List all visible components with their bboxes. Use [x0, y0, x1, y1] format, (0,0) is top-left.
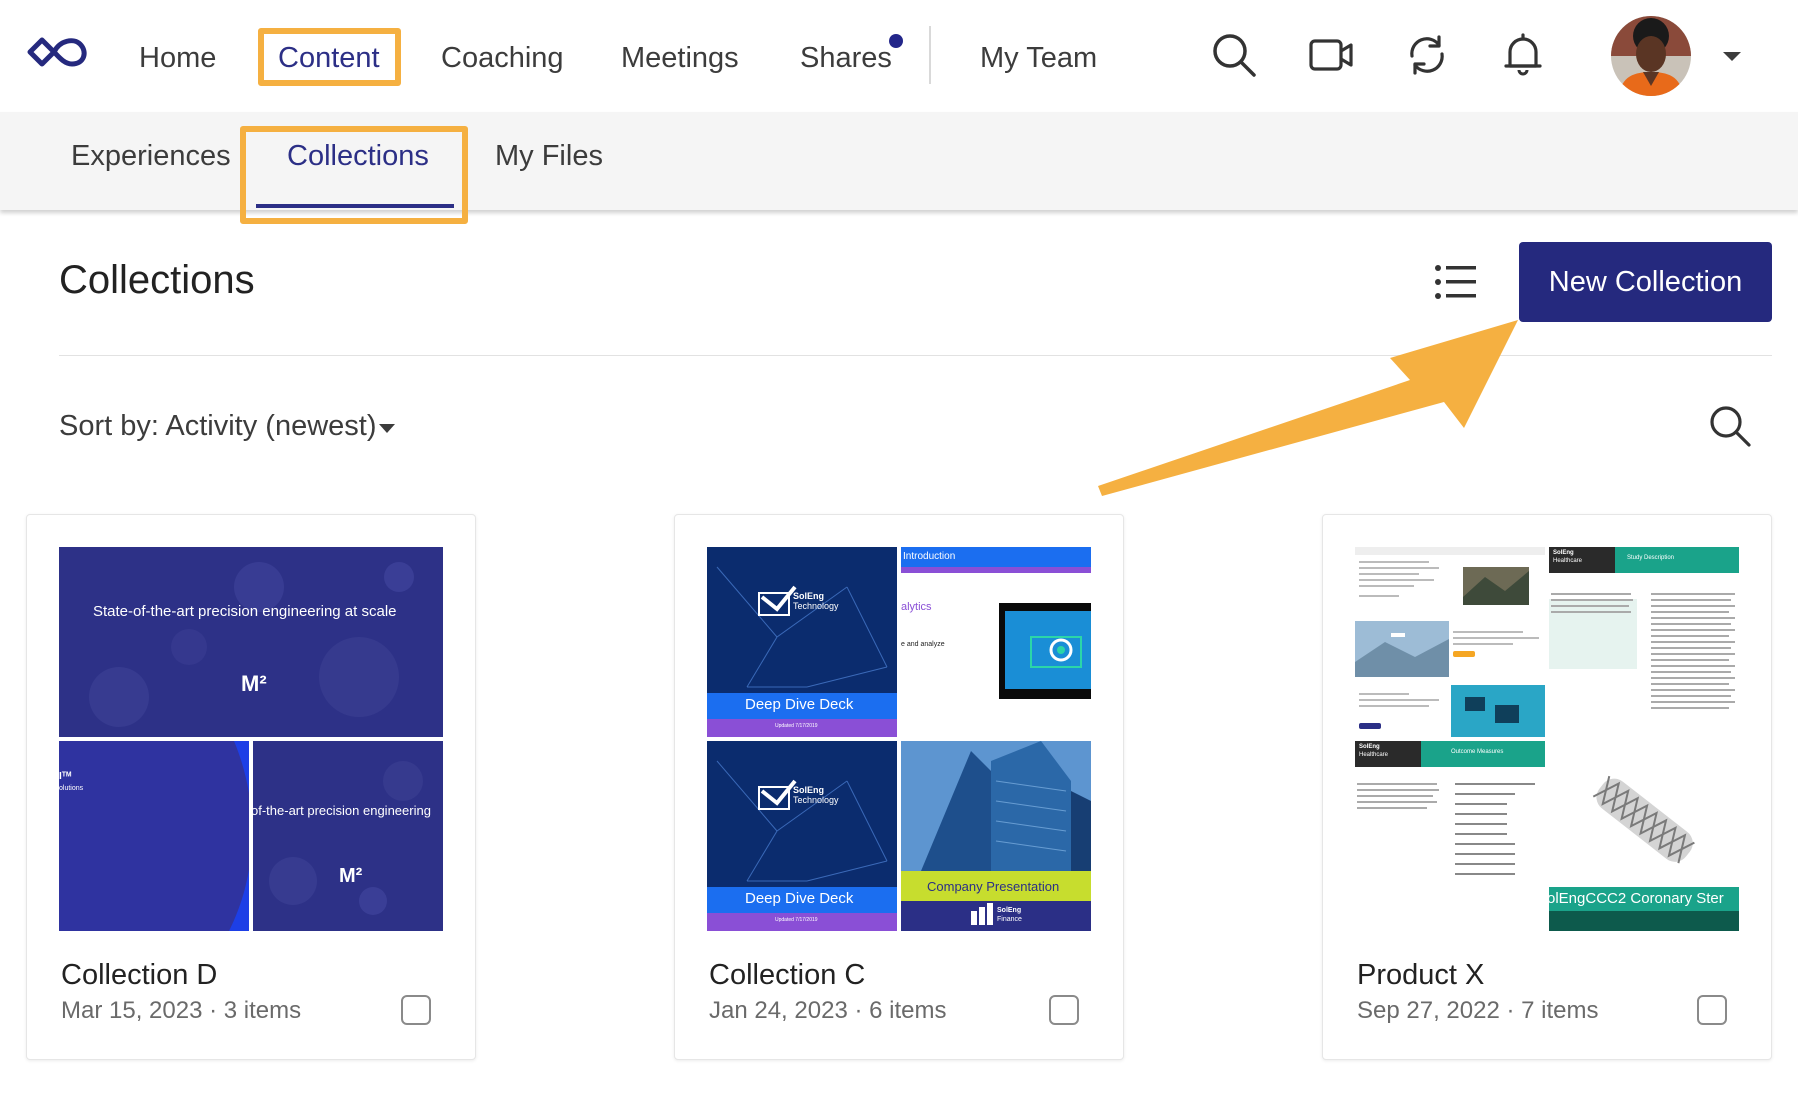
thumbnail-slide: Company Presentation SolEng Finance: [901, 741, 1091, 931]
thumbnail-slide: of-the-art precision engineering M²: [253, 741, 443, 931]
collection-title[interactable]: Product X: [1357, 959, 1484, 992]
slide-brand-sub: Healthcare: [1553, 558, 1583, 564]
slide-heading: Introduction: [903, 551, 956, 562]
collection-select-checkbox[interactable]: [1049, 995, 1079, 1025]
collection-card[interactable]: SolEng Technology Deep Dive Deck Updated…: [674, 514, 1124, 1060]
account-menu-caret-icon[interactable]: [1723, 52, 1741, 61]
tab-experiences[interactable]: Experiences: [71, 140, 231, 173]
list-view-icon[interactable]: [1434, 262, 1478, 302]
collections-search-icon[interactable]: [1708, 404, 1752, 448]
slide-heading: of-the-art precision engineering: [253, 803, 431, 818]
video-camera-icon[interactable]: [1308, 32, 1354, 78]
collection-title[interactable]: Collection D: [61, 959, 217, 992]
nav-divider: [929, 26, 931, 84]
infinity-logo-icon[interactable]: [26, 30, 94, 74]
sort-dropdown[interactable]: Sort by: Activity (newest): [59, 410, 377, 443]
collection-title[interactable]: Collection C: [709, 959, 865, 992]
thumbnail-slide: SolEng Technology Deep Dive Deck Updated…: [707, 741, 897, 931]
thumbnail-slide: Iᵀᴹ olutions: [59, 741, 249, 931]
slide-brand-sub: Finance: [997, 916, 1022, 923]
slide-heading: State-of-the-art precision engineering a…: [93, 603, 397, 620]
slide-brand-sub: Technology: [793, 601, 839, 611]
slide-text: Iᵀᴹ: [59, 771, 72, 782]
search-icon[interactable]: [1211, 32, 1257, 78]
sync-icon[interactable]: [1404, 32, 1450, 78]
slide-text: alytics: [901, 601, 932, 613]
slide-heading: olEngCCC2 Coronary Ster: [1549, 890, 1724, 907]
top-nav: Home Content Coaching Meetings Shares My…: [0, 0, 1798, 112]
collection-card[interactable]: SolEng Healthcare Study Description SolE…: [1322, 514, 1772, 1060]
tab-my-files[interactable]: My Files: [495, 140, 603, 173]
new-collection-button[interactable]: New Collection: [1519, 242, 1772, 322]
slide-heading: Deep Dive Deck: [745, 696, 854, 713]
slide-brand: SolEng: [793, 591, 824, 601]
slide-heading: Outcome Measures: [1451, 749, 1504, 755]
collection-select-checkbox[interactable]: [1697, 995, 1727, 1025]
thumbnail-slide: [1355, 547, 1545, 737]
slide-brand: SolEng: [1359, 744, 1380, 750]
collection-meta: Mar 15, 2023 · 3 items: [61, 997, 302, 1024]
slide-logo-mark: M²: [339, 865, 363, 887]
shares-notification-dot: [889, 34, 903, 48]
collection-select-checkbox[interactable]: [401, 995, 431, 1025]
collection-thumbnail-grid: State-of-the-art precision engineering a…: [59, 547, 443, 931]
slide-subtext: olutions: [59, 785, 84, 792]
collection-thumbnail-grid: SolEng Technology Deep Dive Deck Updated…: [707, 547, 1091, 931]
collection-meta: Sep 27, 2022 · 7 items: [1357, 997, 1599, 1024]
nav-meetings[interactable]: Meetings: [621, 30, 739, 86]
thumbnail-slide: Introduction alytics e and analyze: [901, 547, 1091, 737]
user-avatar[interactable]: [1611, 16, 1691, 96]
nav-shares[interactable]: Shares: [800, 30, 892, 86]
nav-my-team[interactable]: My Team: [980, 30, 1097, 86]
active-tab-underline: [256, 204, 454, 208]
sort-caret-icon[interactable]: [379, 424, 395, 433]
bell-icon[interactable]: [1500, 32, 1546, 78]
slide-date: Updated 7/17/2019: [775, 723, 818, 729]
thumbnail-slide: State-of-the-art precision engineering a…: [59, 547, 443, 737]
collection-card[interactable]: State-of-the-art precision engineering a…: [26, 514, 476, 1060]
slide-brand: SolEng: [1553, 550, 1574, 556]
thumbnail-slide: SolEng Healthcare Study Description: [1549, 547, 1739, 737]
collections-tab-highlight-box: [240, 126, 468, 224]
collection-meta: Jan 24, 2023 · 6 items: [709, 997, 947, 1024]
nav-content[interactable]: Content: [278, 30, 380, 86]
thumbnail-slide: SolEng Technology Deep Dive Deck Updated…: [707, 547, 897, 737]
slide-date: Updated 7/17/2019: [775, 917, 818, 923]
thumbnail-slide: SolEng Healthcare Outcome Measures: [1355, 741, 1545, 931]
slide-brand-sub: Healthcare: [1359, 752, 1389, 758]
annotation-arrow-icon: [1098, 320, 1518, 496]
nav-coaching[interactable]: Coaching: [441, 30, 564, 86]
slide-brand: SolEng: [793, 785, 824, 795]
slide-brand-sub: Technology: [793, 795, 839, 805]
slide-logo-mark: M²: [241, 671, 267, 696]
slide-brand: SolEng: [997, 907, 1022, 914]
slide-text: e and analyze: [901, 641, 945, 648]
slide-heading: Deep Dive Deck: [745, 890, 854, 907]
collection-thumbnail-grid: SolEng Healthcare Study Description SolE…: [1355, 547, 1739, 931]
slide-heading: Study Description: [1627, 555, 1675, 561]
nav-home[interactable]: Home: [139, 30, 216, 86]
thumbnail-slide: olEngCCC2 Coronary Ster: [1549, 741, 1739, 931]
slide-heading: Company Presentation: [927, 879, 1060, 894]
page-title: Collections: [59, 258, 255, 302]
